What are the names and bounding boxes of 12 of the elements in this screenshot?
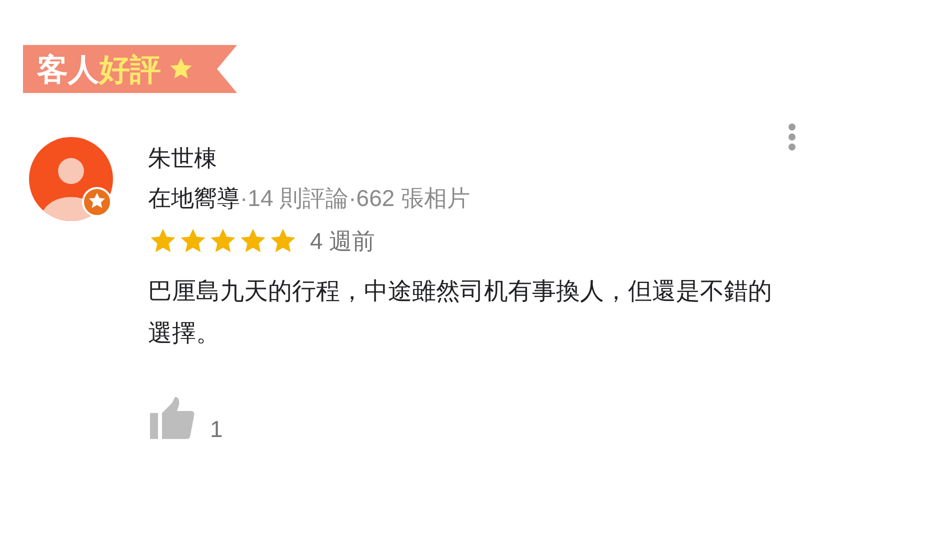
author-name[interactable]: 朱世棟 — [148, 142, 217, 174]
thumbs-up-icon[interactable] — [148, 396, 196, 440]
guide-label: 在地嚮導 — [148, 184, 240, 213]
author-stat: ·14 則評論 — [240, 184, 349, 213]
banner-title: 客人好評 — [37, 54, 161, 84]
more-icon[interactable] — [786, 122, 798, 152]
review-text: 巴厘島九天的行程，中途雖然司机有事換人，但還是不錯的選擇。 — [148, 276, 773, 348]
author-stat: ·662 張相片 — [348, 184, 470, 213]
star-icon — [169, 57, 193, 81]
review-time: 4 週前 — [310, 227, 376, 256]
guide-badge-icon — [82, 187, 112, 217]
like-count: 1 — [210, 418, 223, 440]
